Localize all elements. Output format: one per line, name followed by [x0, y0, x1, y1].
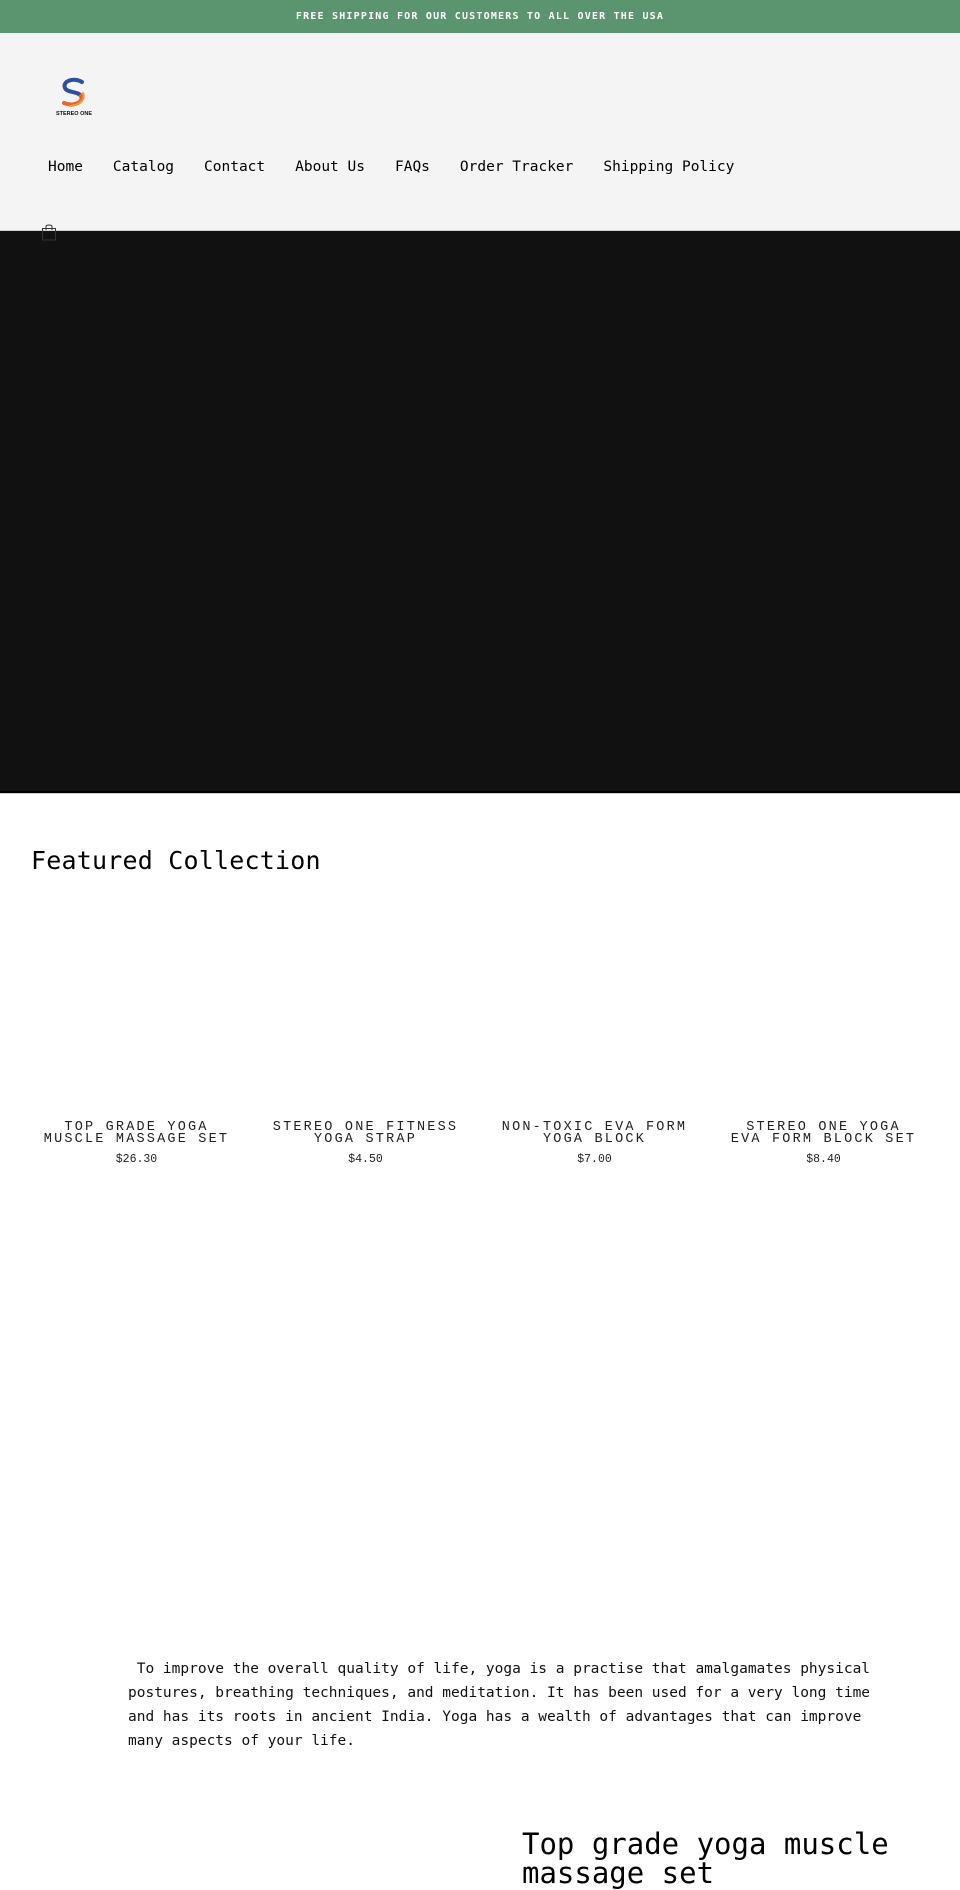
product-card[interactable]: STEREO ONE FITNESS YOGA STRAP $4.50 — [251, 914, 480, 1166]
product-card[interactable]: TOP GRADE YOGA MUSCLE MASSAGE SET $26.30 — [22, 914, 251, 1166]
nav-shipping-policy[interactable]: Shipping Policy — [591, 157, 746, 177]
nav-faqs[interactable]: FAQs — [383, 157, 442, 177]
nav-order-tracker[interactable]: Order Tracker — [448, 157, 586, 177]
product-title: NON-TOXIC EVA FORM YOGA BLOCK — [501, 1120, 688, 1147]
product-card[interactable]: STEREO ONE YOGA EVA FORM BLOCK SET $8.40 — [709, 914, 938, 1166]
cart-button[interactable] — [41, 223, 57, 241]
shopping-bag-icon — [42, 224, 56, 241]
product-image — [22, 914, 251, 1122]
logo-text: STEREO ONE — [56, 111, 92, 117]
product-price: $7.00 — [577, 1153, 612, 1166]
hero-banner — [0, 231, 960, 793]
main-navigation: Home Catalog Contact About Us FAQs Order… — [36, 157, 752, 177]
section-title: Featured Collection — [31, 846, 321, 875]
product-title: STEREO ONE YOGA EVA FORM BLOCK SET — [730, 1120, 917, 1147]
featured-collection: Featured Collection TOP GRADE YOGA MUSCL… — [0, 793, 960, 1643]
rich-text-body: To improve the overall quality of life, … — [128, 1661, 879, 1749]
product-title: TOP GRADE YOGA MUSCLE MASSAGE SET — [43, 1120, 230, 1147]
product-title: STEREO ONE FITNESS YOGA STRAP — [272, 1120, 459, 1147]
product-image — [709, 914, 938, 1122]
nav-home[interactable]: Home — [36, 157, 95, 177]
product-price: $4.50 — [348, 1153, 383, 1166]
stereo-one-logo-icon: STEREO ONE — [56, 77, 92, 117]
announcement-text: FREE SHIPPING FOR OUR CUSTOMERS TO ALL O… — [295, 11, 665, 22]
product-price: $26.30 — [115, 1153, 158, 1166]
store-logo[interactable]: STEREO ONE — [52, 73, 96, 117]
product-image — [251, 914, 480, 1122]
site-header: STEREO ONE Home Catalog Contact About Us… — [0, 33, 960, 241]
nav-catalog[interactable]: Catalog — [101, 157, 186, 177]
announcement-bar: FREE SHIPPING FOR OUR CUSTOMERS TO ALL O… — [0, 0, 960, 33]
nav-about-us[interactable]: About Us — [283, 157, 377, 177]
nav-contact[interactable]: Contact — [192, 157, 277, 177]
product-grid: TOP GRADE YOGA MUSCLE MASSAGE SET $26.30… — [22, 914, 938, 1166]
product-price: $8.40 — [806, 1153, 841, 1166]
product-image — [480, 914, 709, 1122]
featured-product-title[interactable]: Top grade yoga muscle massage set — [522, 1830, 942, 1888]
product-card[interactable]: NON-TOXIC EVA FORM YOGA BLOCK $7.00 — [480, 914, 709, 1166]
